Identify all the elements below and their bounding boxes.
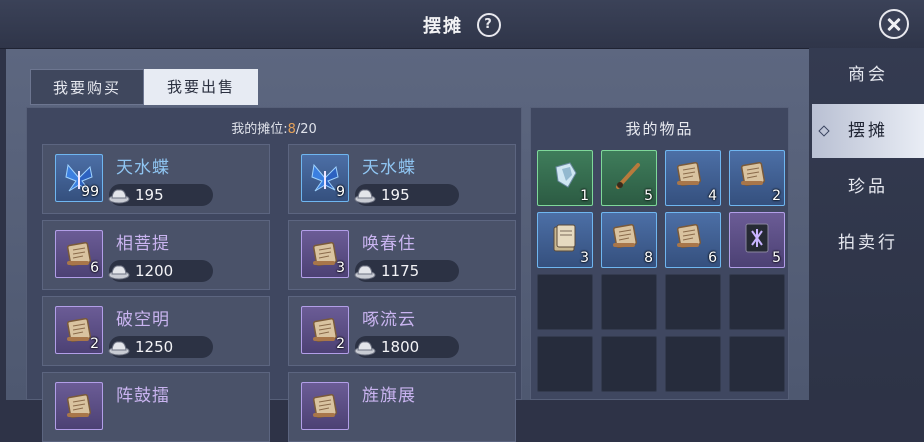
inventory-slot-empty[interactable]	[665, 274, 721, 330]
listing-price-value: 1175	[381, 262, 420, 280]
inventory-item-count: 2	[772, 188, 781, 204]
title-bar: 摆摊?	[0, 0, 924, 49]
listing-item-card[interactable]: 2 破空明 1250	[42, 296, 270, 366]
inventory-slot[interactable]: 2	[729, 150, 785, 206]
nav-item-guild[interactable]: 商会	[812, 48, 924, 102]
listing-item-card[interactable]: 阵鼓擂	[42, 372, 270, 442]
my-stall-panel: 我的摊位:8/20 99 天水蝶 195 9 天水蝶 195 6 相菩提 120…	[26, 107, 522, 442]
listing-item-count: 3	[336, 260, 345, 276]
listing-price-value: 195	[135, 186, 164, 204]
listing-price-value: 195	[381, 186, 410, 204]
inventory-slot-empty[interactable]	[729, 274, 785, 330]
inventory-slot[interactable]: 5	[601, 150, 657, 206]
listing-item-name: 阵鼓擂	[116, 386, 170, 406]
listing-item-card[interactable]: 9 天水蝶 195	[288, 144, 516, 214]
listing-item-name: 相菩提	[116, 234, 170, 254]
listing-item-count: 99	[81, 184, 99, 200]
inventory-slot[interactable]: 1	[537, 150, 593, 206]
listing-item-count: 9	[336, 184, 345, 200]
inventory-slot-empty[interactable]	[537, 336, 593, 392]
listing-price-value: 1250	[135, 338, 174, 356]
side-nav: 商会 摆摊 珍品 拍卖行	[809, 48, 924, 400]
stall-slot-used: 8	[287, 122, 296, 137]
window-title: 摆摊?	[0, 12, 924, 38]
stall-slot-total: /20	[295, 122, 317, 137]
inventory-item-count: 5	[772, 250, 781, 266]
listing-item-name: 天水蝶	[116, 158, 170, 178]
window-title-text: 摆摊	[423, 16, 463, 37]
inventory-item-count: 3	[580, 250, 589, 266]
listing-item-name: 破空明	[116, 310, 170, 330]
close-icon[interactable]	[879, 9, 909, 39]
inventory-item-count: 8	[644, 250, 653, 266]
inventory-slot-empty[interactable]	[729, 336, 785, 392]
nav-item-auction[interactable]: 拍卖行	[812, 216, 924, 270]
help-icon[interactable]: ?	[477, 13, 501, 37]
listing-item-name: 天水蝶	[362, 158, 416, 178]
inventory-slot-empty[interactable]	[665, 336, 721, 392]
listing-price-value: 1800	[381, 338, 420, 356]
tab-buy[interactable]: 我要购买	[30, 69, 144, 105]
listing-item-name: 唤春住	[362, 234, 416, 254]
listing-price: 1200	[108, 260, 213, 282]
active-marker-icon	[818, 125, 830, 137]
listing-price: 1250	[108, 336, 213, 358]
listing-item-count: 2	[336, 336, 345, 352]
listing-price: 195	[108, 184, 213, 206]
listing-item-icon: 3	[301, 230, 349, 278]
listing-item-icon: 99	[55, 154, 103, 202]
listing-item-card[interactable]: 6 相菩提 1200	[42, 220, 270, 290]
inventory-panel: 我的物品 1 5 4 2 3 8 6 5	[530, 107, 789, 400]
inventory-slot-empty[interactable]	[537, 274, 593, 330]
listing-price: 1800	[354, 336, 459, 358]
listing-item-icon	[55, 382, 103, 430]
inventory-slot[interactable]: 4	[665, 150, 721, 206]
inventory-slot-empty[interactable]	[601, 274, 657, 330]
listing-item-icon: 9	[301, 154, 349, 202]
listing-item-count: 6	[90, 260, 99, 276]
tab-sell[interactable]: 我要出售	[144, 69, 258, 105]
listing-item-icon: 2	[301, 306, 349, 354]
listing-item-count: 2	[90, 336, 99, 352]
inventory-slot[interactable]: 3	[537, 212, 593, 268]
inventory-title: 我的物品	[625, 120, 694, 138]
inventory-slot[interactable]: 5	[729, 212, 785, 268]
listing-item-card[interactable]: 2 啄流云 1800	[288, 296, 516, 366]
listing-item-icon: 2	[55, 306, 103, 354]
listing-price-value: 1200	[135, 262, 174, 280]
listing-item-card[interactable]: 99 天水蝶 195	[42, 144, 270, 214]
listing-price: 195	[354, 184, 459, 206]
listing-item-card[interactable]: 旌旗展	[288, 372, 516, 442]
listing-price: 1175	[354, 260, 459, 282]
main-panel: 我要购买 我要出售 我的摊位:8/20 99 天水蝶 195 9 天水蝶 195…	[6, 49, 809, 442]
stall-slot-label: 我的摊位:	[231, 122, 288, 137]
inventory-item-count: 4	[708, 188, 717, 204]
nav-item-treasure[interactable]: 珍品	[812, 160, 924, 214]
listing-item-card[interactable]: 3 唤春住 1175	[288, 220, 516, 290]
listing-item-icon	[301, 382, 349, 430]
nav-item-stall-label: 摆摊	[848, 121, 888, 141]
nav-item-stall[interactable]: 摆摊	[812, 104, 924, 158]
listing-item-icon: 6	[55, 230, 103, 278]
listing-item-name: 啄流云	[362, 310, 416, 330]
inventory-item-count: 6	[708, 250, 717, 266]
inventory-slot[interactable]: 8	[601, 212, 657, 268]
inventory-item-count: 5	[644, 188, 653, 204]
stall-slot-counter: 我的摊位:8/20	[27, 118, 521, 137]
inventory-slot[interactable]: 6	[665, 212, 721, 268]
listing-item-name: 旌旗展	[362, 386, 416, 406]
inventory-slot-empty[interactable]	[601, 336, 657, 392]
inventory-item-count: 1	[580, 188, 589, 204]
